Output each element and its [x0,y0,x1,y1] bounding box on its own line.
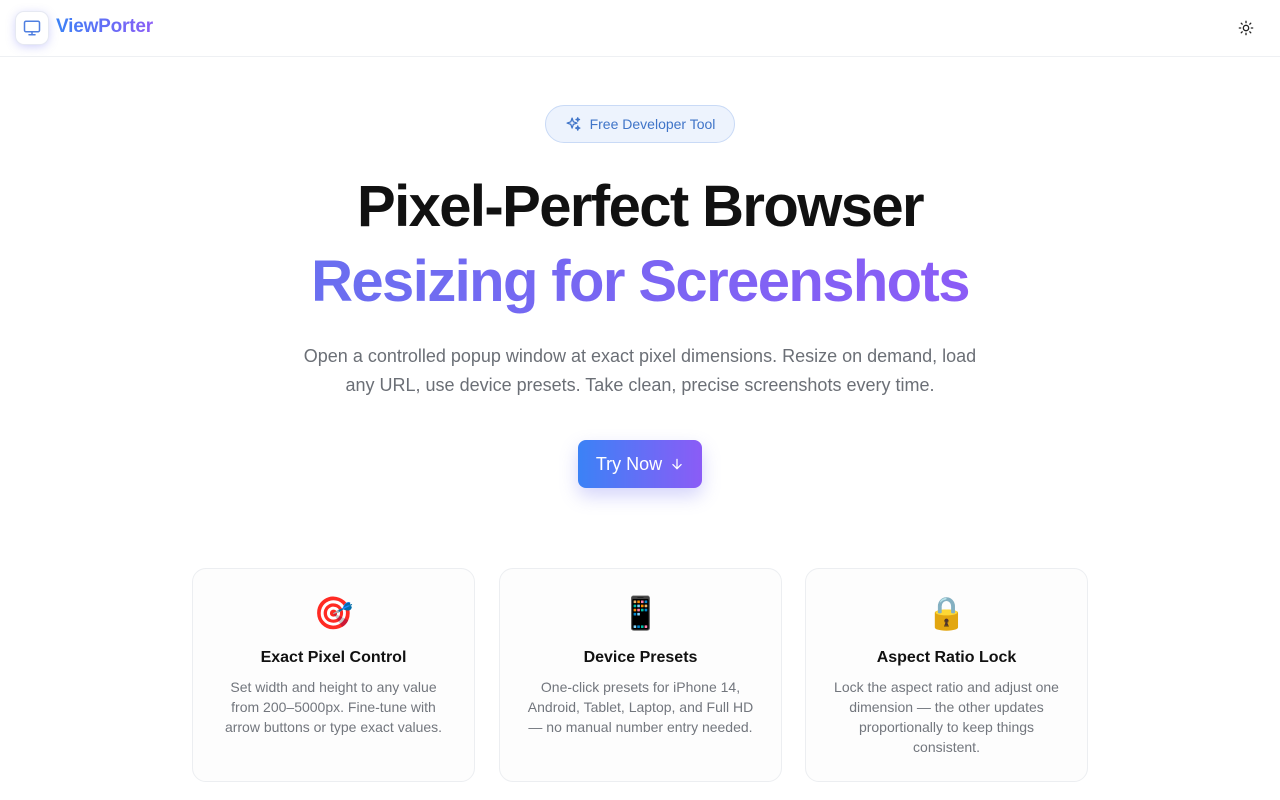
hero-badge: Free Developer Tool [545,105,735,143]
target-icon: 🎯 [313,595,354,631]
hero-title-line2: Resizing for Screenshots [0,250,1280,314]
feature-description: Set width and height to any value from 2… [224,679,443,735]
hero-title-gradient-text: Resizing for Screenshots [311,249,970,314]
top-nav: ViewPorter [0,0,1280,57]
sun-icon [1238,20,1254,36]
subtitle-line2: any URL, use device presets. Take clean,… [345,375,935,395]
hero-title-line1: Pixel-Perfect Browser [357,174,925,239]
sparkles-icon [566,116,581,131]
feature-description: One-click presets for iPhone 14, Android… [527,679,754,735]
feature-card-pixel-control: 🎯 Exact Pixel Control Set width and heig… [192,568,475,782]
feature-card-aspect-lock: 🔒 Aspect Ratio Lock Lock the aspect rati… [805,568,1088,782]
mobile-phone-icon: 📱 [620,595,661,631]
feature-card-device-presets: 📱 Device Presets One-click presets for i… [499,568,782,782]
try-now-label: Try Now [595,453,663,474]
feature-title: Aspect Ratio Lock [876,649,1017,666]
hero-subtitle: Open a controlled popup window at exact … [290,342,990,400]
badge-label: Free Developer Tool [589,116,716,132]
feature-title: Exact Pixel Control [260,649,407,666]
logo[interactable] [16,12,48,44]
feature-title: Device Presets [583,649,698,666]
brand-name[interactable]: ViewPorter [56,16,153,38]
subtitle-line1: Open a controlled popup window at exact … [303,346,977,366]
monitor-icon [23,20,41,36]
theme-toggle-button[interactable] [1232,14,1260,42]
try-now-button[interactable]: Try Now [578,440,702,488]
feature-description: Lock the aspect ratio and adjust one dim… [834,679,1059,755]
arrow-down-icon [672,458,682,470]
lock-icon: 🔒 [926,595,967,631]
